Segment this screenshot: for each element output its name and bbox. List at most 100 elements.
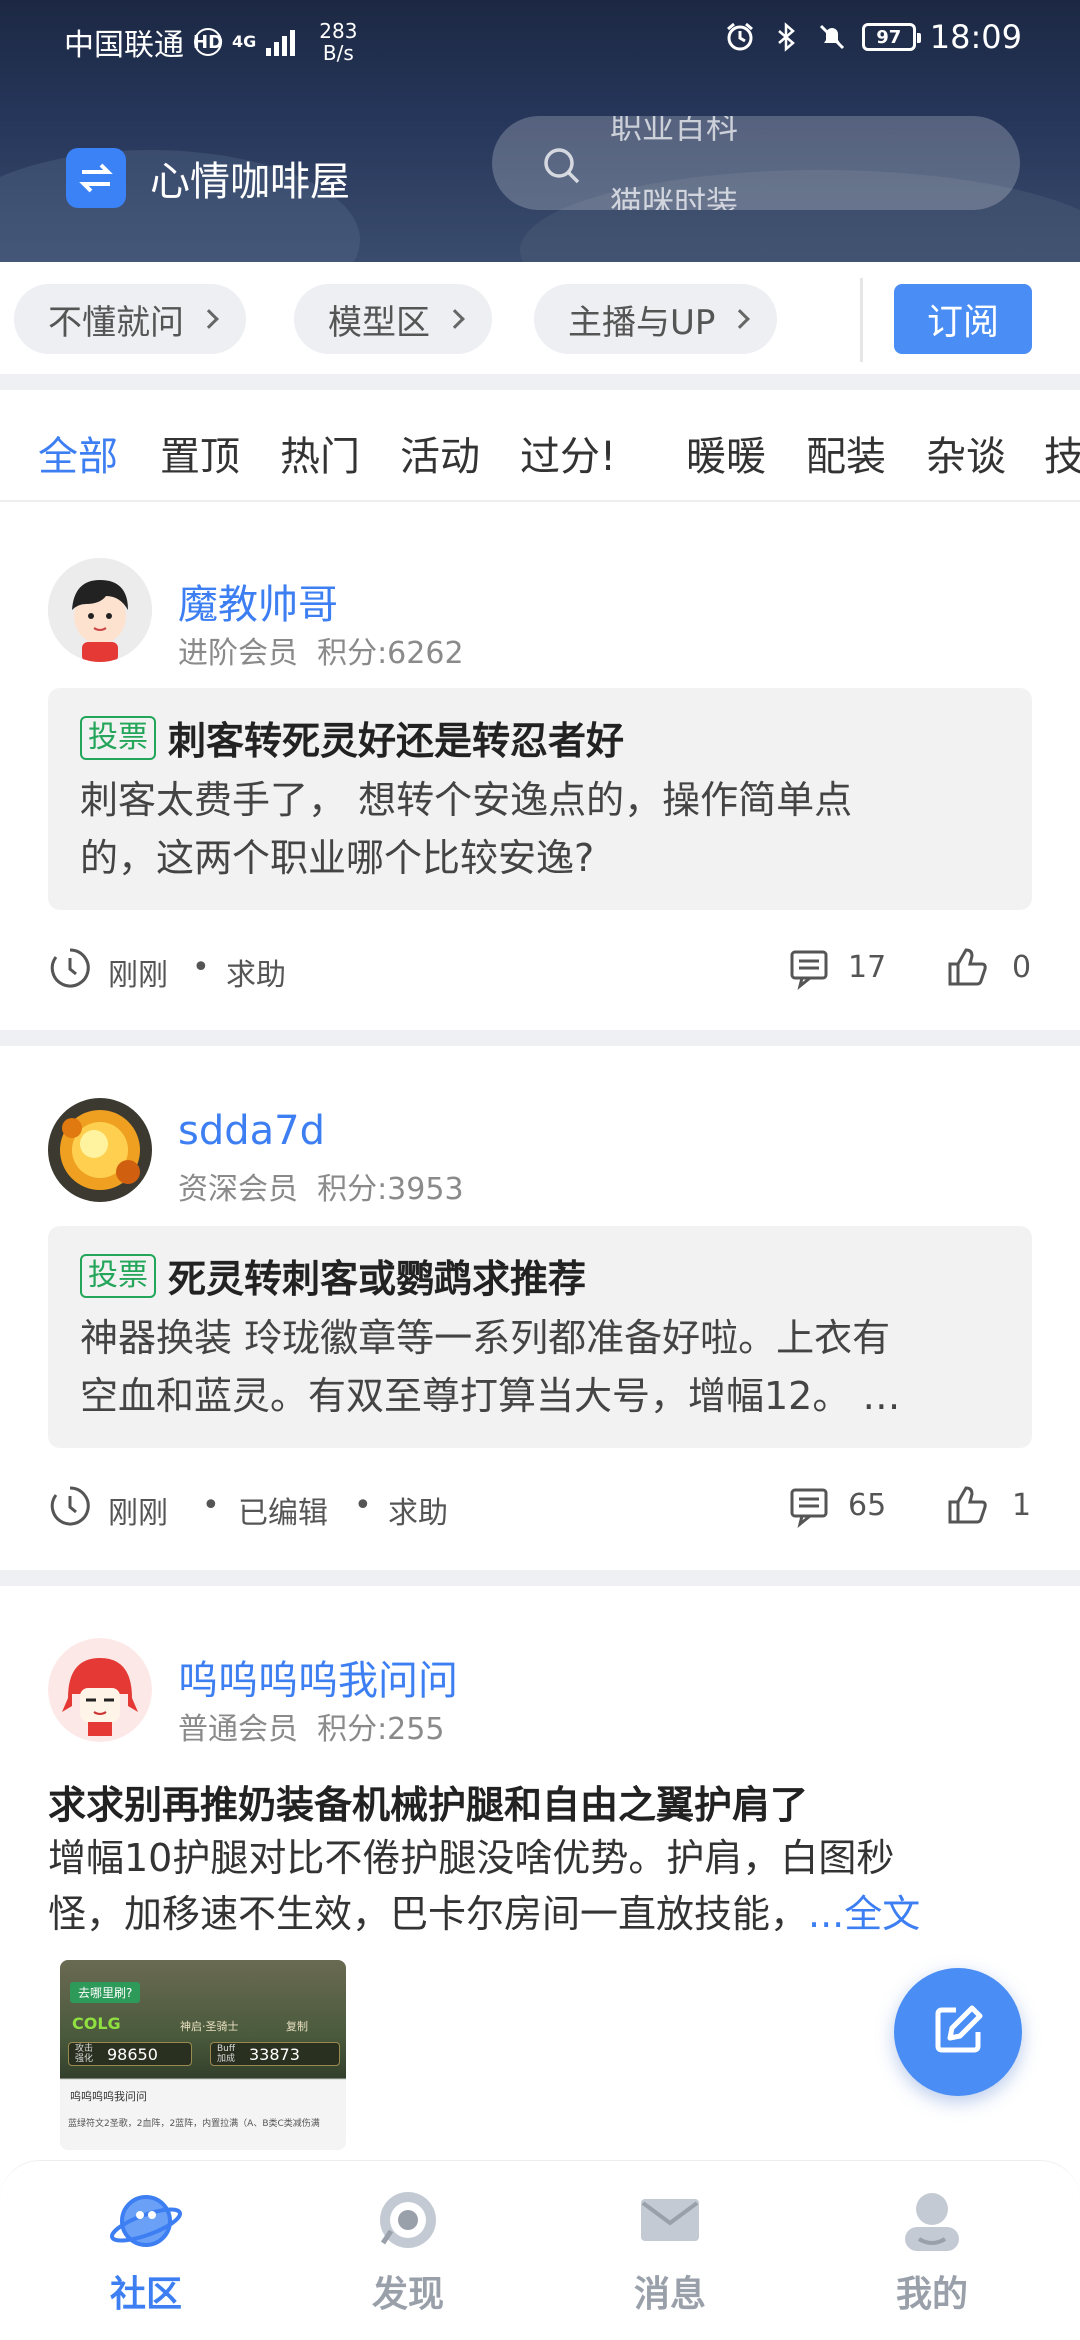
network-speed: 283 B/s <box>319 20 357 64</box>
alarm-icon <box>724 21 756 53</box>
like-icon[interactable] <box>944 1482 990 1536</box>
post-category[interactable]: 求助 <box>226 950 286 994</box>
hd-icon: HD <box>193 28 223 56</box>
nav-label: 消息 <box>633 2274 706 2315</box>
chip-button[interactable]: 不懂就问 <box>14 284 246 354</box>
user-points: 积分:3953 <box>317 1172 464 1207</box>
post-body-line: 空血和蓝灵。有双至尊打算当大号，增幅12。 … <box>80 1374 901 1418</box>
comment-icon[interactable] <box>788 1484 832 1536</box>
comment-count: 17 <box>848 950 887 985</box>
post-body[interactable]: 增幅10护腿对比不倦护腿没啥优势。护肩，白图秒 怪，加移速不生效，巴卡尔房间一直… <box>48 1830 1032 1942</box>
status-bar: 中国联通 HD 4G 283 B/s 97 18:09 <box>0 0 1080 76</box>
tab-warm[interactable]: 暖暖 <box>686 424 766 482</box>
search-bar[interactable]: 职业百科 猫咪时装 <box>492 116 1020 210</box>
like-count: 0 <box>1012 950 1032 985</box>
post-image[interactable]: 去哪里刷? COLG 神启·圣骑士 复制 攻击强化 98650 Buff加成 3… <box>60 1960 346 2150</box>
nav-community[interactable]: 社区 <box>66 2185 226 2317</box>
profile-icon <box>897 2193 967 2259</box>
swap-arrows-icon[interactable] <box>66 148 126 208</box>
nav-profile[interactable]: 我的 <box>852 2185 1012 2317</box>
app-header: 中国联通 HD 4G 283 B/s 97 18:09 心情咖啡屋 职业百科 猫… <box>0 0 1080 262</box>
chip-button[interactable]: 主播与UP <box>534 284 778 354</box>
username[interactable]: sdda7d <box>178 1108 325 1154</box>
tab-gear[interactable]: 配装 <box>806 424 886 482</box>
compose-button[interactable] <box>894 1968 1022 2096</box>
chip-label: 主播与UP <box>568 302 716 343</box>
discover-icon <box>373 2192 443 2259</box>
chip-button[interactable]: 模型区 <box>294 284 492 354</box>
avatar[interactable] <box>48 1098 152 1202</box>
avatar[interactable] <box>48 558 152 662</box>
nav-label: 社区 <box>109 2274 182 2315</box>
post-body-line: 增幅10护腿对比不倦护腿没啥优势。护肩，白图秒 <box>48 1836 895 1880</box>
image-bubble: 去哪里刷? <box>70 1982 141 2003</box>
comment-icon[interactable] <box>788 946 832 998</box>
image-stat: Buff加成 33873 <box>210 2042 340 2066</box>
meta-separator: • <box>354 1488 372 1523</box>
section-gap <box>0 374 1080 390</box>
post-category[interactable]: 求助 <box>388 1488 448 1532</box>
like-count: 1 <box>1012 1488 1032 1523</box>
username[interactable]: 呜呜呜呜我问问 <box>178 1648 458 1706</box>
post-title[interactable]: 求求别再推奶装备机械护腿和自由之翼护肩了 <box>48 1774 808 1829</box>
tab-excessive[interactable]: 过分! <box>520 424 616 482</box>
member-level: 资深会员 <box>178 1172 298 1207</box>
user-meta: 资深会员 积分:3953 <box>178 1164 464 1208</box>
vote-tag: 投票 <box>80 1253 156 1298</box>
post-body-line: 怪，加移速不生效，巴卡尔房间一直放技能， <box>48 1892 809 1936</box>
post-content-box[interactable]: 投票 刺客转死灵好还是转忍者好 刺客太费手了， 想转个安逸点的，操作简单点 的，… <box>48 688 1032 910</box>
speed-unit: B/s <box>322 41 354 65</box>
avatar[interactable] <box>48 1638 152 1742</box>
username[interactable]: 魔教帅哥 <box>178 572 338 630</box>
tab-chat[interactable]: 杂谈 <box>926 424 1006 482</box>
image-brand: COLG <box>72 2014 121 2033</box>
stat-value: 33873 <box>249 2044 300 2064</box>
bluetooth-icon <box>770 21 802 53</box>
search-icon <box>540 144 584 192</box>
chevron-right-icon <box>199 309 219 329</box>
tab-tech[interactable]: 技 <box>1044 424 1080 482</box>
signal-icon <box>266 28 296 56</box>
member-level: 进阶会员 <box>178 636 298 671</box>
carrier-name: 中国联通 <box>64 28 184 63</box>
image-stat: 攻击强化 98650 <box>68 2042 192 2066</box>
planet-icon <box>106 2195 186 2259</box>
channel-chips: 不懂就问 模型区 主播与UP 订阅 <box>0 262 1080 374</box>
post-time: 刚刚 <box>108 1496 168 1531</box>
post-title: 投票 死灵转刺客或鹦鹉求推荐 <box>80 1248 1000 1303</box>
chip-label: 模型区 <box>328 302 430 343</box>
image-class: 神启·圣骑士 <box>180 2020 239 2033</box>
post-card[interactable]: sdda7d 资深会员 积分:3953 投票 死灵转刺客或鹦鹉求推荐 神器换装 … <box>0 1046 1080 1570</box>
read-more-link[interactable]: ...全文 <box>808 1892 920 1936</box>
stat-label: Buff加成 <box>217 2044 236 2064</box>
post-title-text: 死灵转刺客或鹦鹉求推荐 <box>168 1257 587 1301</box>
like-icon[interactable] <box>944 944 990 998</box>
nav-messages[interactable]: 消息 <box>590 2185 750 2317</box>
post-content-box[interactable]: 投票 死灵转刺客或鹦鹉求推荐 神器换装 玲珑徽章等一系列都准备好啦。上衣有 空血… <box>48 1226 1032 1448</box>
post-body-line: 刺客太费手了， 想转个安逸点的，操作简单点 <box>80 778 853 822</box>
image-text: 蓝绿符文2圣歌，2血阵，2蓝阵，内置拉满（A、B类C类减伤满 <box>68 2119 320 2129</box>
post-meta: 刚刚 • 已编辑 • 求助 65 1 <box>48 1480 1032 1532</box>
image-user: 呜呜呜呜我问问 <box>70 2090 147 2103</box>
clock-icon <box>48 1484 92 1536</box>
tab-all[interactable]: 全部 <box>38 424 118 482</box>
chevron-right-icon <box>445 309 465 329</box>
nav-discover[interactable]: 发现 <box>328 2185 488 2317</box>
post-meta: 刚刚 • 求助 17 0 <box>48 942 1032 994</box>
tab-events[interactable]: 活动 <box>400 424 480 482</box>
section-gap <box>0 1570 1080 1586</box>
stat-value: 98650 <box>107 2044 158 2064</box>
tab-pinned[interactable]: 置顶 <box>160 424 240 482</box>
search-hint: 职业百科 <box>610 116 739 146</box>
user-points: 积分:255 <box>317 1712 445 1747</box>
speed-value: 283 <box>319 19 358 43</box>
post-body: 刺客太费手了， 想转个安逸点的，操作简单点 的，这两个职业哪个比较安逸? <box>80 771 1000 887</box>
post-body-line: 神器换装 玲珑徽章等一系列都准备好啦。上衣有 <box>80 1316 891 1360</box>
stat-label: 攻击强化 <box>75 2044 94 2064</box>
post-card[interactable]: 魔教帅哥 进阶会员 积分:6262 投票 刺客转死灵好还是转忍者好 刺客太费手了… <box>0 504 1080 1030</box>
chevron-right-icon <box>730 309 751 329</box>
tab-hot[interactable]: 热门 <box>280 424 360 482</box>
post-body: 神器换装 玲珑徽章等一系列都准备好啦。上衣有 空血和蓝灵。有双至尊打算当大号，增… <box>80 1309 1000 1425</box>
subscribe-button[interactable]: 订阅 <box>894 284 1032 354</box>
post-title: 投票 刺客转死灵好还是转忍者好 <box>80 710 1000 765</box>
